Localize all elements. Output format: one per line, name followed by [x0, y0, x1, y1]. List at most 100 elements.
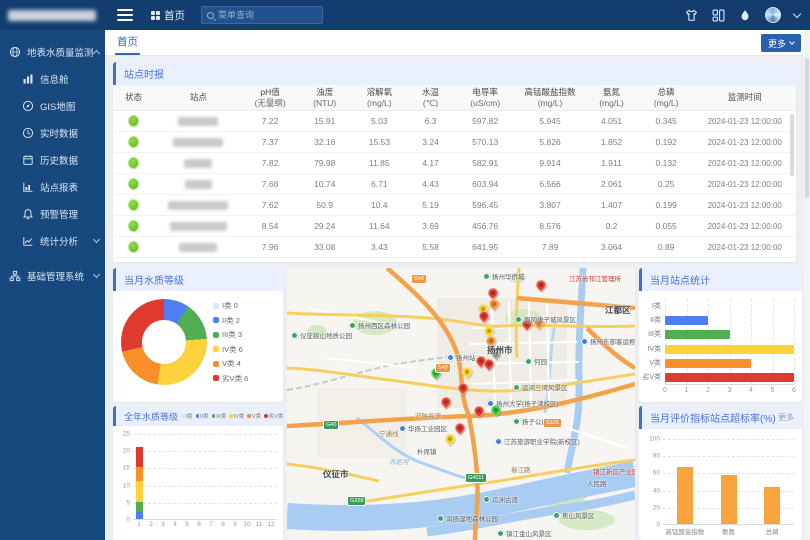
- cell-value: 3.807: [516, 195, 584, 216]
- legend-swatch: [212, 414, 216, 418]
- cell-value: 9.914: [516, 153, 584, 174]
- station-report-title: 站点时报: [124, 66, 164, 81]
- legend-item: V类 4: [213, 358, 248, 369]
- map-label: 瓜洲古渡: [483, 494, 518, 504]
- map-label: 朴席镇: [417, 446, 437, 456]
- map-label-text: 扬州华侨城: [492, 271, 525, 281]
- cell-value: 2.061: [584, 174, 639, 195]
- x-tick-label: 1: [137, 521, 141, 528]
- layout-dashboard-icon[interactable]: [711, 8, 725, 22]
- map-label-text: 运河三湾风景区: [522, 382, 568, 392]
- map-label-text: 朴席镇: [417, 446, 437, 456]
- sidebar-item-8[interactable]: 基础管理系统: [0, 262, 105, 289]
- y-tick-label: 20: [123, 448, 130, 455]
- home-nav-link[interactable]: 首页: [151, 8, 185, 23]
- sidebar-item-5[interactable]: 站点报表: [0, 173, 105, 200]
- map-icon: [22, 100, 34, 112]
- bar-row: II类: [665, 316, 794, 325]
- sidebar-item-label: 统计分析: [40, 234, 94, 248]
- station-name-blurred: [173, 138, 223, 147]
- page-scrollbar-track: [804, 30, 810, 540]
- exceed-rate-more-link[interactable]: 更多: [778, 412, 794, 423]
- bar-row: IV类: [665, 345, 794, 354]
- cell-value: 32.16: [297, 132, 352, 153]
- bar-IV类: [665, 345, 794, 354]
- map-label: 江苏省邗江管理所: [569, 273, 621, 283]
- x-tick-label: 1: [685, 387, 689, 394]
- map-label: 何园: [525, 356, 547, 366]
- map-label: 镇江金山风景区: [497, 528, 552, 538]
- sidebar-item-1[interactable]: 信息舱: [0, 65, 105, 92]
- exceed-rate-panel: 当月评价指标站点超标率(%) 更多 020406080100高锰酸盐指数氨氮总磷: [639, 406, 802, 540]
- y-tick-label: 100: [649, 436, 660, 443]
- map-label-text: 仪征市: [323, 468, 349, 480]
- map-label-text: 江苏旅游职业学院(新校区): [504, 436, 580, 446]
- history-icon: [22, 154, 34, 166]
- table-row: 7.2215.915.036.3597.825.9454.0510.345202…: [113, 111, 796, 132]
- donut-chart: [121, 299, 207, 385]
- column-header-9: 总磷(mg/L): [639, 85, 694, 111]
- sidebar-item-label: GIS地图: [40, 99, 99, 113]
- sidebar-item-4[interactable]: 历史数据: [0, 146, 105, 173]
- sidebar-item-2[interactable]: GIS地图: [0, 92, 105, 119]
- chevron-down-icon: [93, 236, 100, 243]
- x-tick-label: 3: [728, 387, 732, 394]
- sidebar-item-0[interactable]: 地表水质量监测系统: [0, 38, 105, 65]
- station-report-panel: 站点时报 状态站点pH值(无量纲)浊度(NTU)溶解氧(mg/L)水温(℃)电导…: [113, 62, 796, 262]
- sidebar-item-7[interactable]: 统计分析: [0, 227, 105, 254]
- search-input[interactable]: [218, 10, 317, 20]
- y-category-label: I类: [652, 302, 661, 311]
- user-menu-chevron-icon[interactable]: [793, 9, 801, 17]
- y-category-label: III类: [648, 330, 661, 339]
- tab-home[interactable]: 首页: [117, 30, 138, 55]
- y-tick-label: 60: [653, 470, 660, 477]
- column-header-3: 浊度(NTU): [297, 85, 352, 111]
- status-dot-normal: [128, 220, 139, 232]
- chevron-up-icon: [93, 49, 100, 56]
- page-scrollbar-thumb[interactable]: [805, 58, 809, 198]
- map-label-text: 江都区: [605, 304, 631, 316]
- sidebar-item-6[interactable]: 预警管理: [0, 200, 105, 227]
- gridline: [687, 299, 688, 385]
- gridline: [133, 451, 277, 452]
- y-tick-label: 5: [126, 499, 130, 506]
- cell-value: 597.82: [454, 111, 515, 132]
- cell-value: 456.76: [454, 216, 515, 237]
- more-button[interactable]: 更多: [761, 34, 801, 52]
- user-avatar[interactable]: [765, 7, 781, 23]
- map-label: 人民路: [587, 478, 607, 488]
- cell-monitor-time: 2024-01-23 12:00:00: [693, 132, 796, 153]
- flame-icon[interactable]: [738, 8, 752, 22]
- cell-value: 8.576: [516, 216, 584, 237]
- cell-value: 8.54: [243, 216, 298, 237]
- theme-skin-icon[interactable]: [684, 8, 698, 22]
- menu-toggle-icon[interactable]: [117, 9, 133, 21]
- cell-value: 4.17: [407, 153, 455, 174]
- home-nav-label: 首页: [164, 8, 185, 23]
- road-shield: S48: [411, 274, 427, 284]
- bar-row: I类: [665, 302, 794, 311]
- cell-value: 29.24: [297, 216, 352, 237]
- cell-value: 7.82: [243, 153, 298, 174]
- cell-value: 5.826: [516, 132, 584, 153]
- legend-item: III类 3: [213, 329, 248, 340]
- map-label-text: 江苏省邗江管理所: [569, 273, 621, 283]
- menu-search-box[interactable]: [201, 6, 323, 24]
- map-label-text: 瓜洲古渡: [492, 494, 518, 504]
- y-tick-label: 0: [126, 517, 130, 524]
- gis-map[interactable]: 扬州市江都区仪征市扬州华侨城蜀冈唐子城风景区扬州西区森林公园仪征捺山地质公园何园…: [287, 268, 635, 540]
- map-label: 扬州站: [447, 352, 476, 362]
- table-scrollbar[interactable]: [790, 114, 794, 176]
- bar-劣V类: [665, 373, 794, 382]
- stack-segment-II类: [136, 512, 143, 519]
- bar-row: V类: [665, 359, 794, 368]
- cell-value: 11.85: [352, 153, 407, 174]
- column-header-5: 水温(℃): [407, 85, 455, 111]
- column-header-2: pH值(无量纲): [243, 85, 298, 111]
- map-label: 宁通线: [379, 428, 399, 438]
- status-dot-normal: [128, 199, 139, 211]
- y-tick-label: 0: [656, 522, 660, 529]
- sidebar-item-3[interactable]: 实时数据: [0, 119, 105, 146]
- poi-green-icon: [553, 512, 560, 519]
- status-dot-normal: [128, 115, 139, 127]
